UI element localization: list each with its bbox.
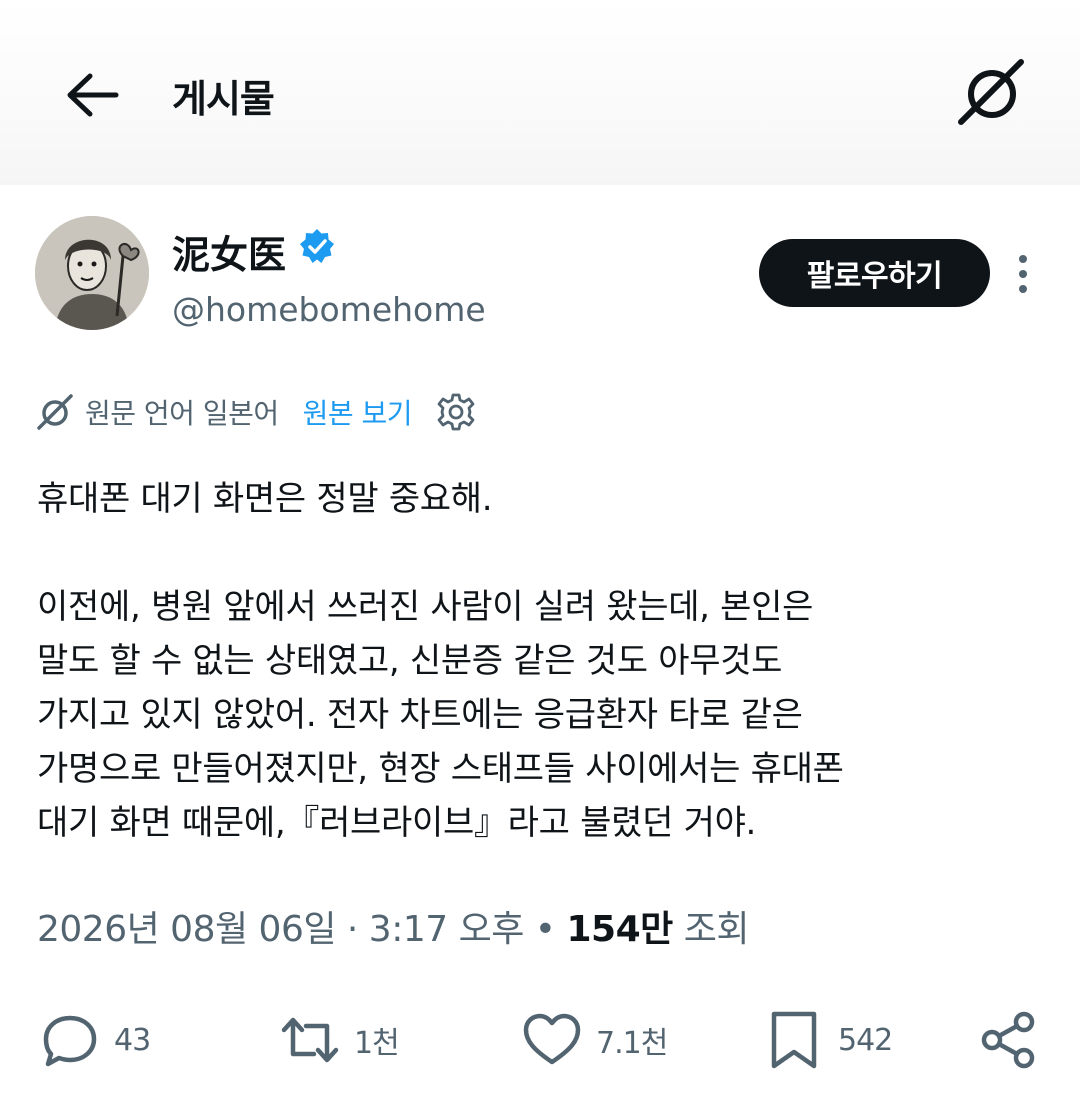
author-name[interactable]: 泥女医 (172, 224, 286, 279)
avatar[interactable] (35, 216, 149, 330)
reply-bubble-icon (43, 1015, 97, 1067)
meta-separator: • (534, 909, 556, 950)
repost-icon (281, 1017, 339, 1063)
more-vertical-icon (1019, 255, 1027, 293)
post-meta: 2026년 08월 06일 · 3:17 오후 • 154만 조회 (37, 900, 749, 952)
back-button[interactable] (62, 70, 122, 120)
reply-count: 43 (114, 1022, 151, 1058)
reply-button[interactable]: 43 (40, 1000, 151, 1080)
grok-icon (958, 59, 1024, 125)
bookmark-button[interactable]: 542 (764, 1000, 893, 1080)
top-bar: 게시물 (0, 0, 1080, 185)
more-options-button[interactable] (1008, 254, 1038, 294)
repost-button[interactable]: 1천 (280, 1000, 400, 1080)
bookmark-icon (771, 1011, 817, 1069)
heart-icon (523, 1013, 581, 1065)
post-text: 휴대폰 대기 화면은 정말 중요해. 이전에, 병원 앞에서 쓰러진 사람이 실… (37, 479, 844, 843)
share-icon (981, 1011, 1035, 1069)
repost-count: 1천 (354, 1026, 400, 1061)
views-label: 조회 (683, 909, 750, 950)
translation-row: 원문 언어 일본어 원본 보기 (35, 388, 476, 436)
bookmark-count: 542 (838, 1022, 893, 1058)
arrow-left-icon (67, 73, 119, 117)
grok-translate-icon (37, 394, 73, 430)
grok-button[interactable] (955, 58, 1029, 128)
action-bar: 43 1천 7.1천 542 (0, 1000, 1080, 1080)
gear-icon[interactable] (436, 392, 476, 432)
share-button[interactable] (978, 1000, 1038, 1080)
like-button[interactable]: 7.1천 (522, 1000, 668, 1080)
verified-badge-icon (300, 229, 334, 263)
follow-button[interactable]: 팔로우하기 (759, 239, 990, 307)
show-original-link[interactable]: 원본 보기 (303, 392, 413, 432)
post-datetime[interactable]: 2026년 08월 06일 · 3:17 오후 (37, 909, 524, 950)
avatar-illustration (35, 216, 149, 330)
author-handle[interactable]: @homebomehome (172, 290, 486, 329)
like-count: 7.1천 (596, 1026, 668, 1061)
page-title: 게시물 (172, 77, 275, 121)
views-count: 154만 (566, 909, 673, 950)
translation-label: 원문 언어 일본어 (85, 397, 279, 430)
